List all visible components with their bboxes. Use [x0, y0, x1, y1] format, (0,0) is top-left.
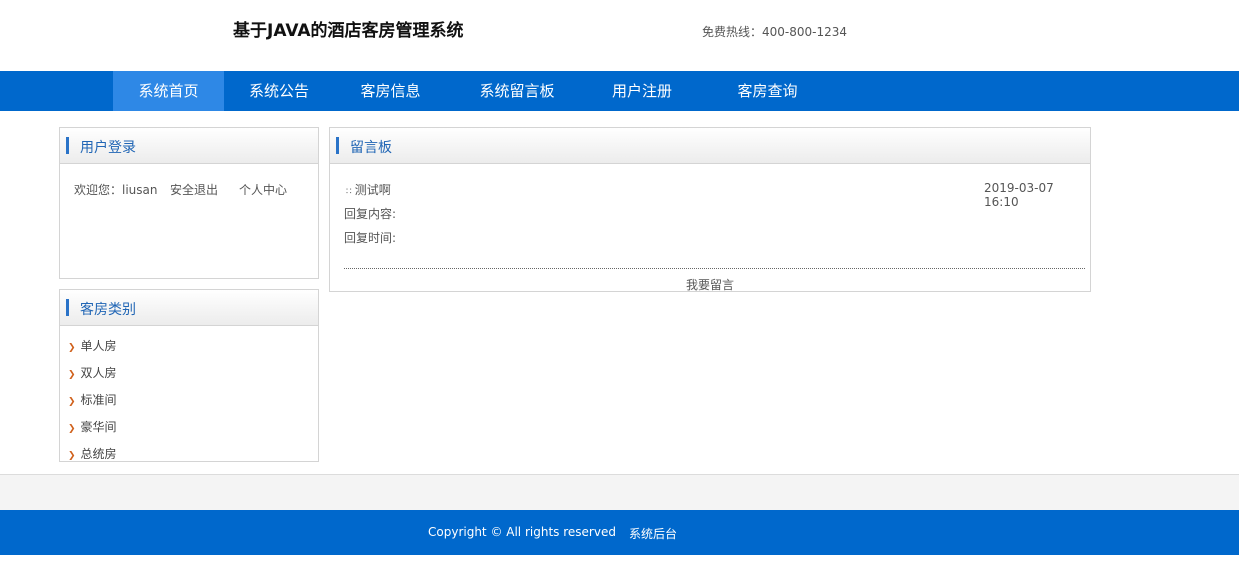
category-label: 双人房	[80, 366, 117, 380]
message-board-panel: 留言板 ∷ 测试啊 2019-03-07 16:10 回复内容: 回复时间: 我要…	[329, 127, 1091, 292]
footer-spacer	[0, 474, 1239, 510]
leave-message-link[interactable]: 我要留言	[330, 276, 1090, 293]
username: liusan	[122, 183, 158, 197]
panel-accent-bar	[66, 137, 69, 154]
login-panel-header: 用户登录	[60, 128, 318, 164]
hotline-label: 免费热线：	[702, 25, 763, 39]
admin-link[interactable]: 系统后台	[629, 525, 677, 542]
category-item[interactable]: ❯ 标准间	[68, 391, 117, 408]
message-title-text: 测试啊	[354, 183, 391, 197]
category-label: 单人房	[80, 339, 117, 353]
nav-home[interactable]: 系统首页	[113, 71, 224, 111]
message-time: 2019-03-07 16:10	[984, 181, 1054, 209]
panel-accent-bar	[66, 299, 69, 316]
chevron-right-icon: ❯	[68, 424, 76, 434]
category-label: 总统房	[80, 447, 117, 461]
category-panel-header: 客房类别	[60, 290, 318, 326]
category-item[interactable]: ❯ 双人房	[68, 364, 117, 381]
category-item[interactable]: ❯ 单人房	[68, 337, 117, 354]
welcome-text: 欢迎您：liusan	[74, 181, 158, 198]
nav-user-register[interactable]: 用户注册	[587, 71, 697, 111]
category-item[interactable]: ❯ 豪华间	[68, 418, 117, 435]
welcome-label: 欢迎您：	[74, 183, 123, 197]
logout-link[interactable]: 安全退出	[170, 181, 218, 198]
login-panel-title: 用户登录	[80, 140, 136, 156]
chevron-right-icon: ❯	[68, 397, 76, 407]
chevron-right-icon: ❯	[68, 451, 76, 461]
site-title: 基于JAVA的酒店客房管理系统	[233, 21, 464, 41]
bullet-icon: ∷	[346, 187, 352, 197]
nav-message-board[interactable]: 系统留言板	[447, 71, 587, 111]
nav-room-search[interactable]: 客房查询	[711, 71, 824, 111]
reply-time-label: 回复时间:	[344, 231, 397, 245]
message-divider	[344, 268, 1085, 269]
nav-room-info[interactable]: 客房信息	[334, 71, 447, 111]
hotline-number: 400-800-1234	[762, 25, 848, 39]
reply-content-label: 回复内容:	[344, 207, 397, 221]
room-category-panel: 客房类别 ❯ 单人房 ❯ 双人房 ❯ 标准间 ❯ 豪华间 ❯ 总统房	[59, 289, 319, 462]
category-label: 豪华间	[80, 420, 117, 434]
message-board-header: 留言板	[330, 128, 1090, 164]
category-label: 标准间	[80, 393, 117, 407]
category-panel-title: 客房类别	[80, 302, 136, 318]
hotline: 免费热线：400-800-1234	[702, 23, 847, 40]
panel-accent-bar	[336, 137, 339, 154]
site-header: 基于JAVA的酒店客房管理系统 免费热线：400-800-1234	[0, 0, 1239, 71]
nav-announcements[interactable]: 系统公告	[224, 71, 334, 111]
copyright-text: Copyright © All rights reserved	[428, 525, 616, 539]
personal-center-link[interactable]: 个人中心	[239, 181, 287, 198]
main-nav: 系统首页 系统公告 客房信息 系统留言板 用户注册 客房查询	[0, 71, 1239, 111]
message-item-title[interactable]: ∷ 测试啊	[346, 181, 391, 198]
chevron-right-icon: ❯	[68, 343, 76, 353]
chevron-right-icon: ❯	[68, 370, 76, 380]
message-board-title: 留言板	[350, 140, 392, 156]
category-item[interactable]: ❯ 总统房	[68, 445, 117, 462]
login-panel: 用户登录 欢迎您：liusan 安全退出 个人中心	[59, 127, 319, 279]
site-footer: Copyright © All rights reserved 系统后台	[0, 510, 1239, 555]
